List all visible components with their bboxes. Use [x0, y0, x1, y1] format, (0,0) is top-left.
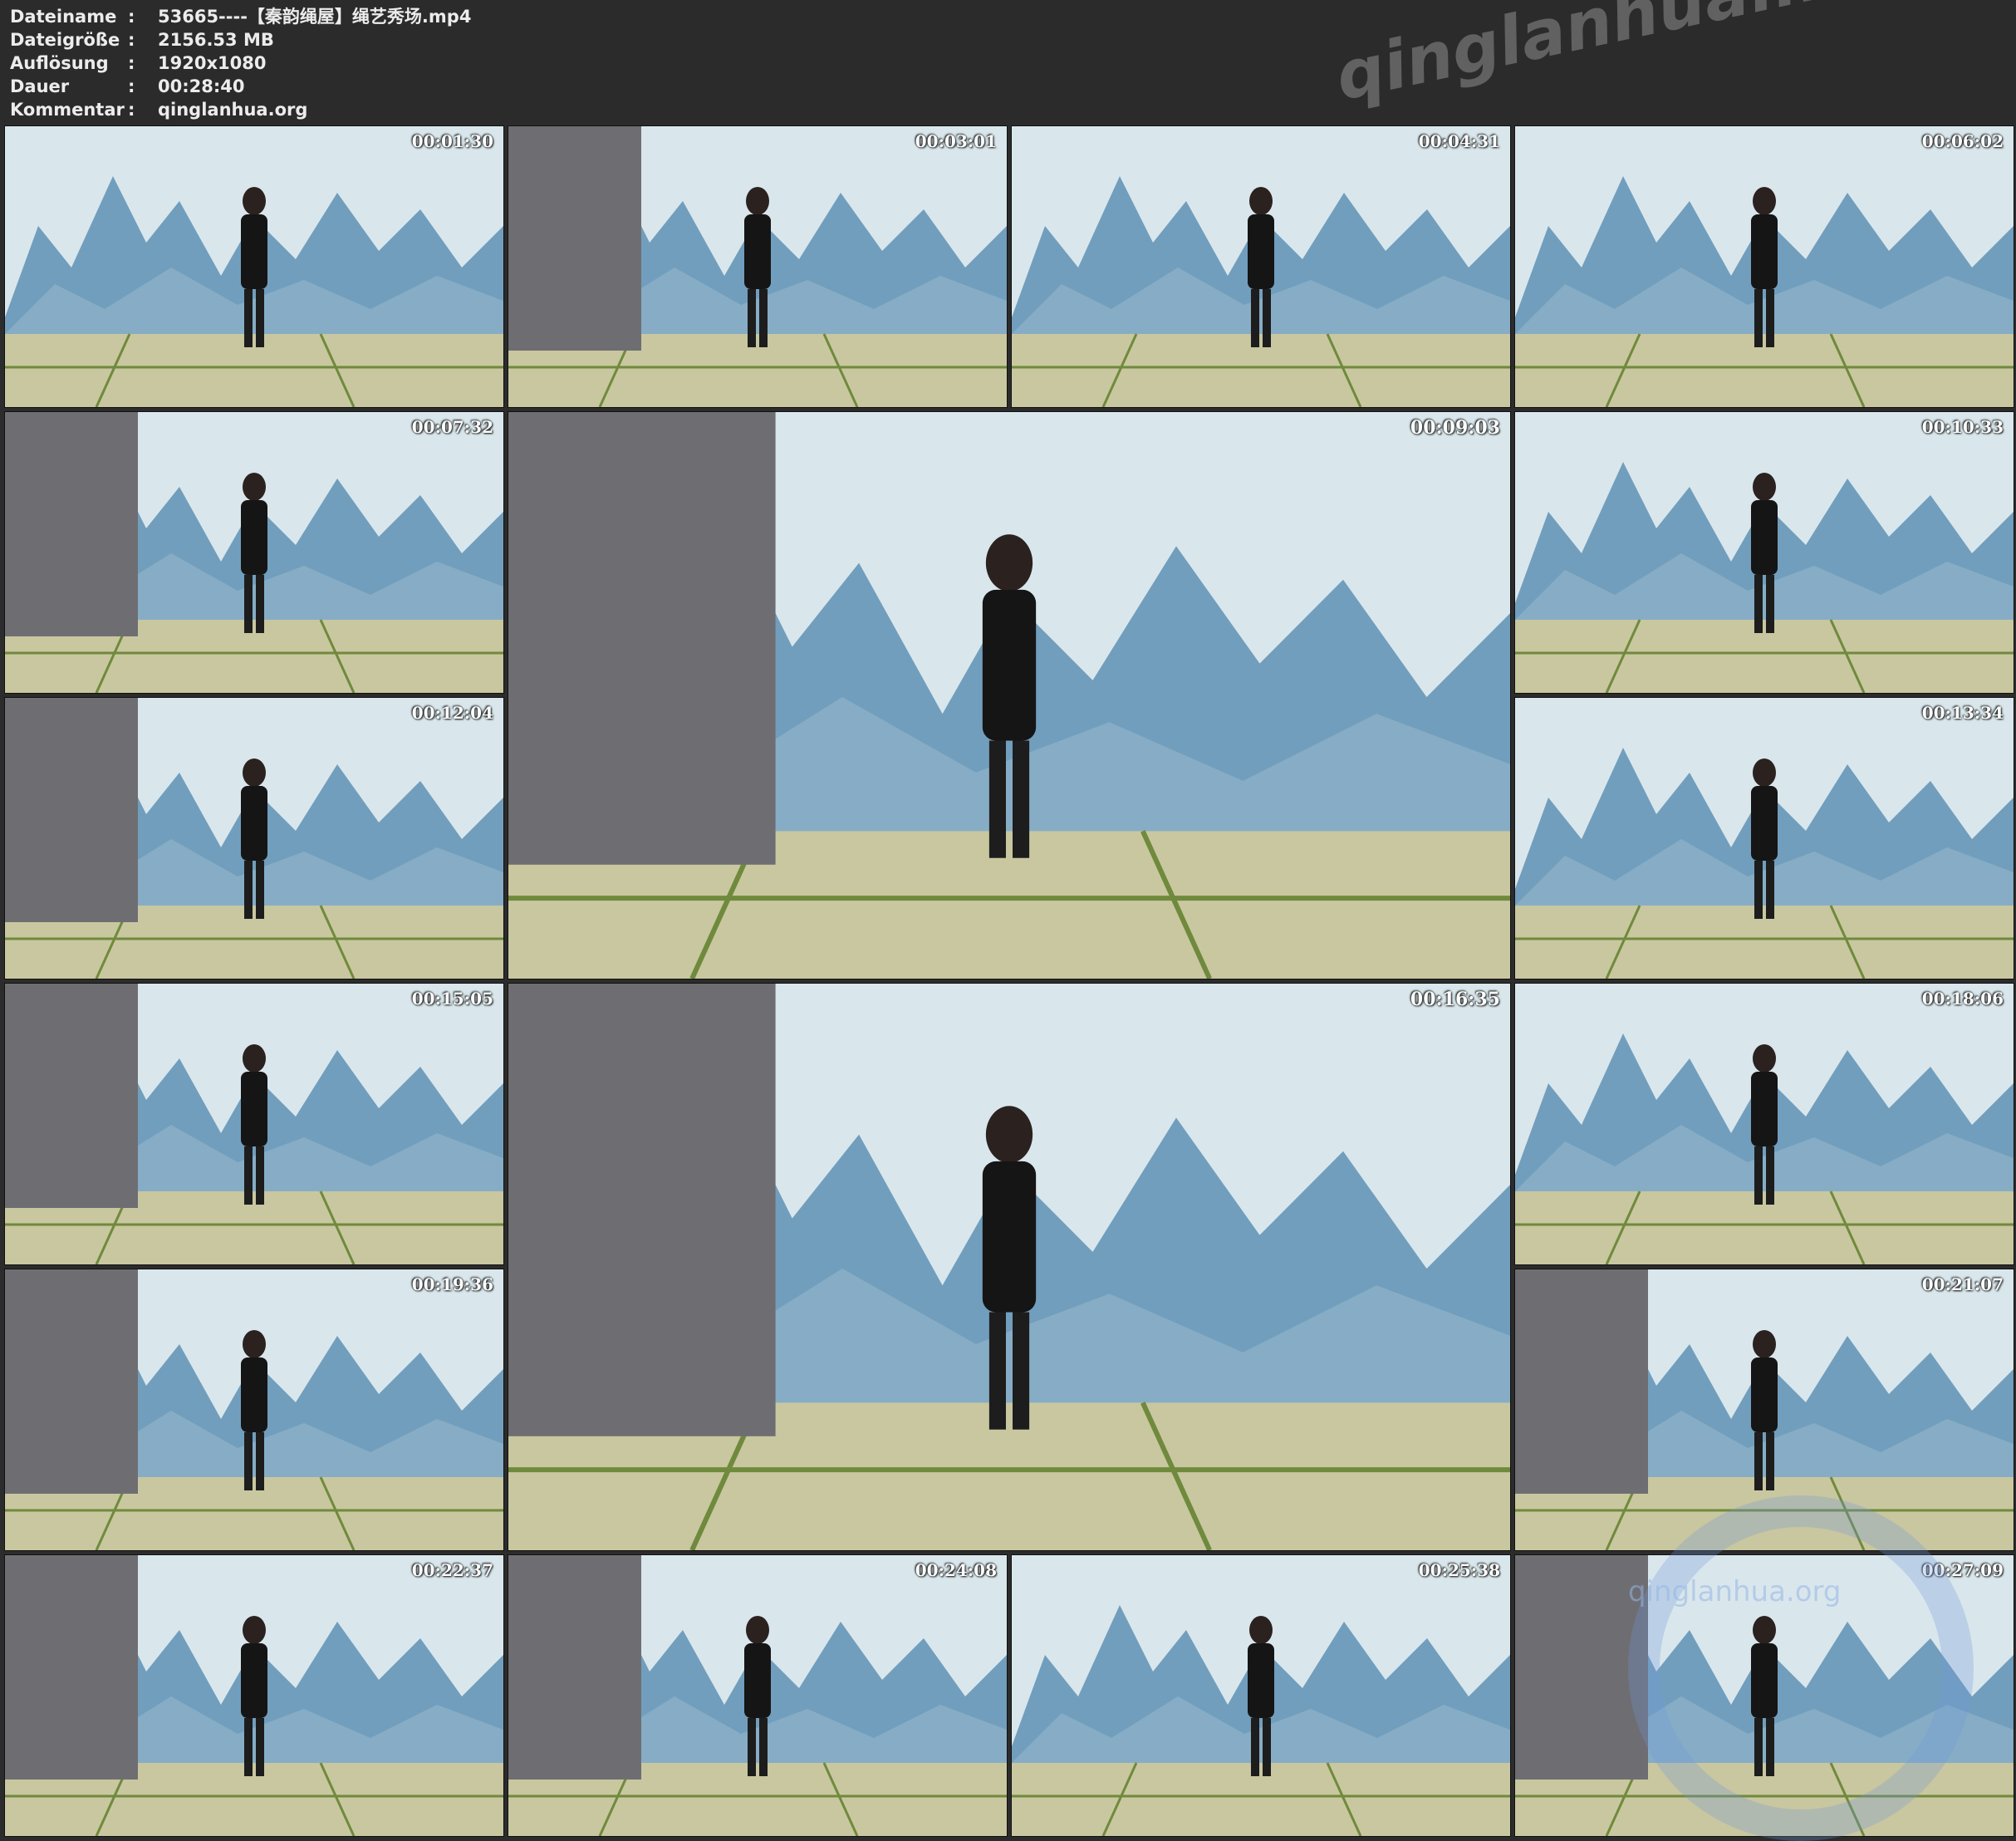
scene-illustration: [508, 126, 1007, 407]
scene-illustration: [5, 412, 503, 693]
scene-illustration: [5, 698, 503, 979]
thumbnail-timestamp: 00:18:06: [1921, 989, 2004, 1009]
meta-row-filename: Dateiname:53665----【秦韵绳屋】绳艺秀场.mp4: [10, 7, 472, 27]
thumbnail-timestamp: 00:09:03: [1410, 417, 1500, 439]
thumbnail-timestamp: 00:21:07: [1921, 1274, 2004, 1294]
thumbnail-frame: 00:16:35: [508, 983, 1511, 1551]
watermark-text-bottom: qinglanhua.org: [1628, 1575, 1842, 1608]
thumbnail-frame: 00:04:31: [1011, 125, 1511, 408]
thumbnail-timestamp: 00:03:01: [915, 131, 997, 151]
thumbnail-frame: 00:19:36: [4, 1269, 504, 1551]
thumbnail-frame: 00:06:02: [1514, 125, 2014, 408]
thumbnail-frame: 00:22:37: [4, 1554, 504, 1837]
scene-illustration: [1515, 698, 2014, 979]
scene-illustration: [5, 126, 503, 407]
meta-row-filesize: Dateigröße:2156.53 MB: [10, 30, 274, 50]
thumbnail-frame: 00:10:33: [1514, 411, 2014, 694]
thumbnail-timestamp: 00:13:34: [1921, 703, 2004, 723]
thumbnail-timestamp: 00:04:31: [1418, 131, 1500, 151]
thumbnail-frame: 00:25:38: [1011, 1554, 1511, 1837]
scene-illustration: [5, 984, 503, 1264]
thumbnail-timestamp: 00:10:33: [1921, 417, 2004, 437]
thumbnail-timestamp: 00:06:02: [1921, 131, 2004, 151]
scene-illustration: [5, 1269, 503, 1550]
scene-illustration: [1515, 984, 2014, 1264]
meta-row-comment: Kommentar: qinglanhua.org: [10, 100, 308, 120]
thumbnail-frame: 00:13:34: [1514, 697, 2014, 979]
thumbnail-timestamp: 00:15:05: [411, 989, 493, 1009]
thumbnail-timestamp: 00:07:32: [411, 417, 493, 437]
scene-illustration: [5, 1555, 503, 1836]
thumbnail-frame: 00:15:05: [4, 983, 504, 1265]
scene-illustration: [1012, 1555, 1510, 1836]
thumbnail-timestamp: 00:12:04: [411, 703, 493, 723]
scene-illustration: [1515, 412, 2014, 693]
thumbnail-frame: 00:18:06: [1514, 983, 2014, 1265]
thumbnail-timestamp: 00:19:36: [411, 1274, 493, 1294]
thumbnail-frame: 00:07:32: [4, 411, 504, 694]
thumbnail-timestamp: 00:22:37: [411, 1560, 493, 1580]
scene-illustration: [508, 1555, 1007, 1836]
scene-illustration: [508, 984, 1510, 1550]
file-metadata: Dateiname:53665----【秦韵绳屋】绳艺秀场.mp4 Dateig…: [10, 5, 471, 121]
scene-illustration: [1012, 126, 1510, 407]
thumbnail-frame: 00:12:04: [4, 697, 504, 979]
scene-illustration: [1515, 126, 2014, 407]
thumbnail-frame: 00:01:30: [4, 125, 504, 408]
scene-illustration: [508, 412, 1510, 979]
thumbnail-timestamp: 00:01:30: [411, 131, 493, 151]
meta-row-duration: Dauer:00:28:40: [10, 76, 245, 96]
watermark-logo: [1628, 1495, 1974, 1841]
thumbnail-timestamp: 00:24:08: [915, 1560, 997, 1580]
thumbnail-timestamp: 00:16:35: [1410, 989, 1500, 1010]
thumbnail-frame: 00:24:08: [508, 1554, 1008, 1837]
thumbnail-frame: 00:09:03: [508, 411, 1511, 979]
thumbnail-frame: 00:03:01: [508, 125, 1008, 408]
thumbnail-timestamp: 00:25:38: [1418, 1560, 1500, 1580]
meta-row-resolution: Auflösung:1920x1080: [10, 53, 267, 73]
